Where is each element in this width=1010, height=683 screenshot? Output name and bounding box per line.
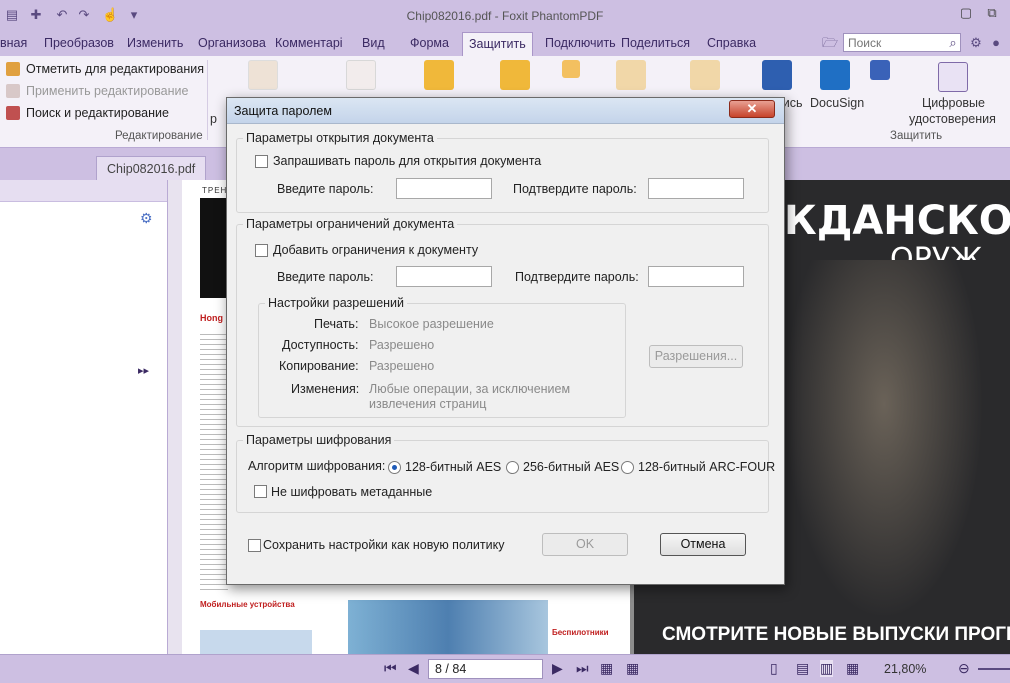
minimize-icon[interactable]: ▢ xyxy=(954,4,978,22)
zoom-slider[interactable] xyxy=(978,668,1010,670)
status-bar: ⏮ ◀ 8 / 84 ▶ ⏭ ▦ ▦ ▯ ▤ ▥ ▦ 21,80% ⊖ xyxy=(0,654,1010,683)
next-page-icon[interactable]: ▶ xyxy=(552,660,563,677)
permissions-password-confirm-input[interactable] xyxy=(648,266,744,287)
document-icon[interactable] xyxy=(248,60,278,90)
print-permission-value: Высокое разрешение xyxy=(369,317,494,331)
continuous-facing-icon[interactable]: ▦ xyxy=(846,660,859,677)
tab-organize[interactable]: Организова xyxy=(198,36,266,50)
restore-icon[interactable]: ⧉ xyxy=(980,4,1004,22)
expo-photo xyxy=(348,600,548,654)
previous-page-icon[interactable]: ◀ xyxy=(408,660,419,677)
view-layout-icon[interactable]: ▦ xyxy=(600,660,613,677)
expand-panel-icon[interactable]: ▸▸ xyxy=(138,364,149,377)
remove-security-icon[interactable] xyxy=(346,60,376,90)
group-label-redaction: Редактирование xyxy=(115,130,203,142)
article-text xyxy=(200,330,228,590)
search-icon[interactable]: ⌕ xyxy=(945,35,961,51)
ok-button[interactable]: OK xyxy=(542,533,628,556)
title-bar: ▤ ✚ ↶ ↷ ☝ ▾ Chip082016.pdf - Foxit Phant… xyxy=(0,0,1010,32)
copy-permission-value: Разрешено xyxy=(369,359,435,373)
apply-redaction-button[interactable]: Применить редактирование xyxy=(6,84,188,98)
help-icon[interactable]: ● xyxy=(988,35,1004,51)
digital-ids-label[interactable]: Цифровые xyxy=(922,96,985,110)
dialog-title: Защита паролем xyxy=(234,104,332,118)
tab-comment[interactable]: Комментарі xyxy=(275,36,343,50)
continuous-icon[interactable]: ▤ xyxy=(796,660,809,677)
password-protection-dialog: Защита паролем ✕ Параметры открытия доку… xyxy=(226,97,785,585)
menu-bar: вная Преобразов Изменить Организова Комм… xyxy=(0,32,1010,56)
multi-view-icon[interactable]: ▦ xyxy=(626,660,639,677)
search-input[interactable] xyxy=(843,33,961,52)
add-restrictions-checkbox[interactable] xyxy=(255,244,268,257)
window-title: Chip082016.pdf - Foxit PhantomPDF xyxy=(406,9,604,23)
tab-form[interactable]: Форма xyxy=(410,36,449,50)
panel-header: ▸▸ xyxy=(0,180,167,377)
folder-search-icon[interactable]: 🗁 xyxy=(822,35,838,51)
aes-128-radio[interactable] xyxy=(388,461,401,474)
gear-icon[interactable]: ⚙ xyxy=(968,35,984,51)
first-page-icon[interactable]: ⏮ xyxy=(384,660,397,677)
page-number-field[interactable]: 8 / 84 xyxy=(428,659,543,679)
save-as-policy-checkbox[interactable] xyxy=(248,539,261,552)
docusign-icon[interactable] xyxy=(820,60,850,90)
mark-redaction-icon xyxy=(6,62,20,76)
lock-user-icon[interactable] xyxy=(424,60,454,90)
options-gear-icon[interactable]: ⚙ xyxy=(140,210,153,227)
sign-pen-icon[interactable] xyxy=(762,60,792,90)
navigation-panel: ▸▸ ⚙ xyxy=(0,180,168,654)
permissions-password-input[interactable] xyxy=(396,266,492,287)
document-tab[interactable]: Chip082016.pdf xyxy=(96,156,207,180)
tab-convert[interactable]: Преобразов xyxy=(44,36,114,50)
lock-certificate-icon[interactable] xyxy=(500,60,530,90)
mark-for-redaction-button[interactable]: Отметить для редактирования xyxy=(6,62,204,76)
single-page-icon[interactable]: ▯ xyxy=(770,660,778,677)
aes-256-radio[interactable] xyxy=(506,461,519,474)
tab-protect[interactable]: Защитить xyxy=(462,32,533,56)
product-photo xyxy=(200,630,312,654)
docusign-label[interactable]: DocuSign xyxy=(810,96,864,110)
lock-settings-icon[interactable] xyxy=(690,60,720,90)
validate-icon[interactable] xyxy=(870,60,890,80)
apply-redaction-icon xyxy=(6,84,20,98)
facing-icon[interactable]: ▥ xyxy=(820,660,834,677)
accessibility-permission-value: Разрешено xyxy=(369,338,435,352)
open-password-confirm-input[interactable] xyxy=(648,178,744,199)
cancel-button[interactable]: Отмена xyxy=(660,533,746,556)
group-label-protect: Защитить xyxy=(890,130,943,142)
zoom-level: 21,80% xyxy=(884,662,927,676)
tab-view[interactable]: Вид xyxy=(362,36,385,50)
cover-photo-soldier xyxy=(784,260,984,620)
panel-splitter[interactable] xyxy=(168,180,182,654)
last-page-icon[interactable]: ⏭ xyxy=(576,660,589,677)
zoom-out-icon[interactable]: ⊖ xyxy=(958,660,970,677)
no-encrypt-metadata-checkbox[interactable] xyxy=(254,485,267,498)
dialog-title-bar: Защита паролем ✕ xyxy=(227,98,784,124)
divider xyxy=(207,60,208,140)
changes-permission-value: Любые операции, за исключением извлечени… xyxy=(369,382,571,411)
search-redact-icon xyxy=(6,106,20,120)
tab-help[interactable]: Справка xyxy=(707,36,756,50)
tab-connect[interactable]: Подключить xyxy=(545,36,616,50)
search-and-redact-button[interactable]: Поиск и редактирование xyxy=(6,106,169,120)
digital-id-icon[interactable] xyxy=(938,62,968,92)
dialog-close-button[interactable]: ✕ xyxy=(729,100,775,118)
permissions-button[interactable]: Разрешения... xyxy=(649,345,743,368)
lock-disabled-icon[interactable] xyxy=(616,60,646,90)
tab-edit[interactable]: Изменить xyxy=(127,36,183,50)
lock-info-icon[interactable] xyxy=(562,60,580,78)
open-password-input[interactable] xyxy=(396,178,492,199)
tab-home[interactable]: вная xyxy=(0,36,27,50)
open-settings-group: Параметры открытия документа xyxy=(236,131,769,213)
require-open-password-checkbox[interactable] xyxy=(255,155,268,168)
tab-share[interactable]: Поделиться xyxy=(621,36,690,50)
arcfour-128-radio[interactable] xyxy=(621,461,634,474)
